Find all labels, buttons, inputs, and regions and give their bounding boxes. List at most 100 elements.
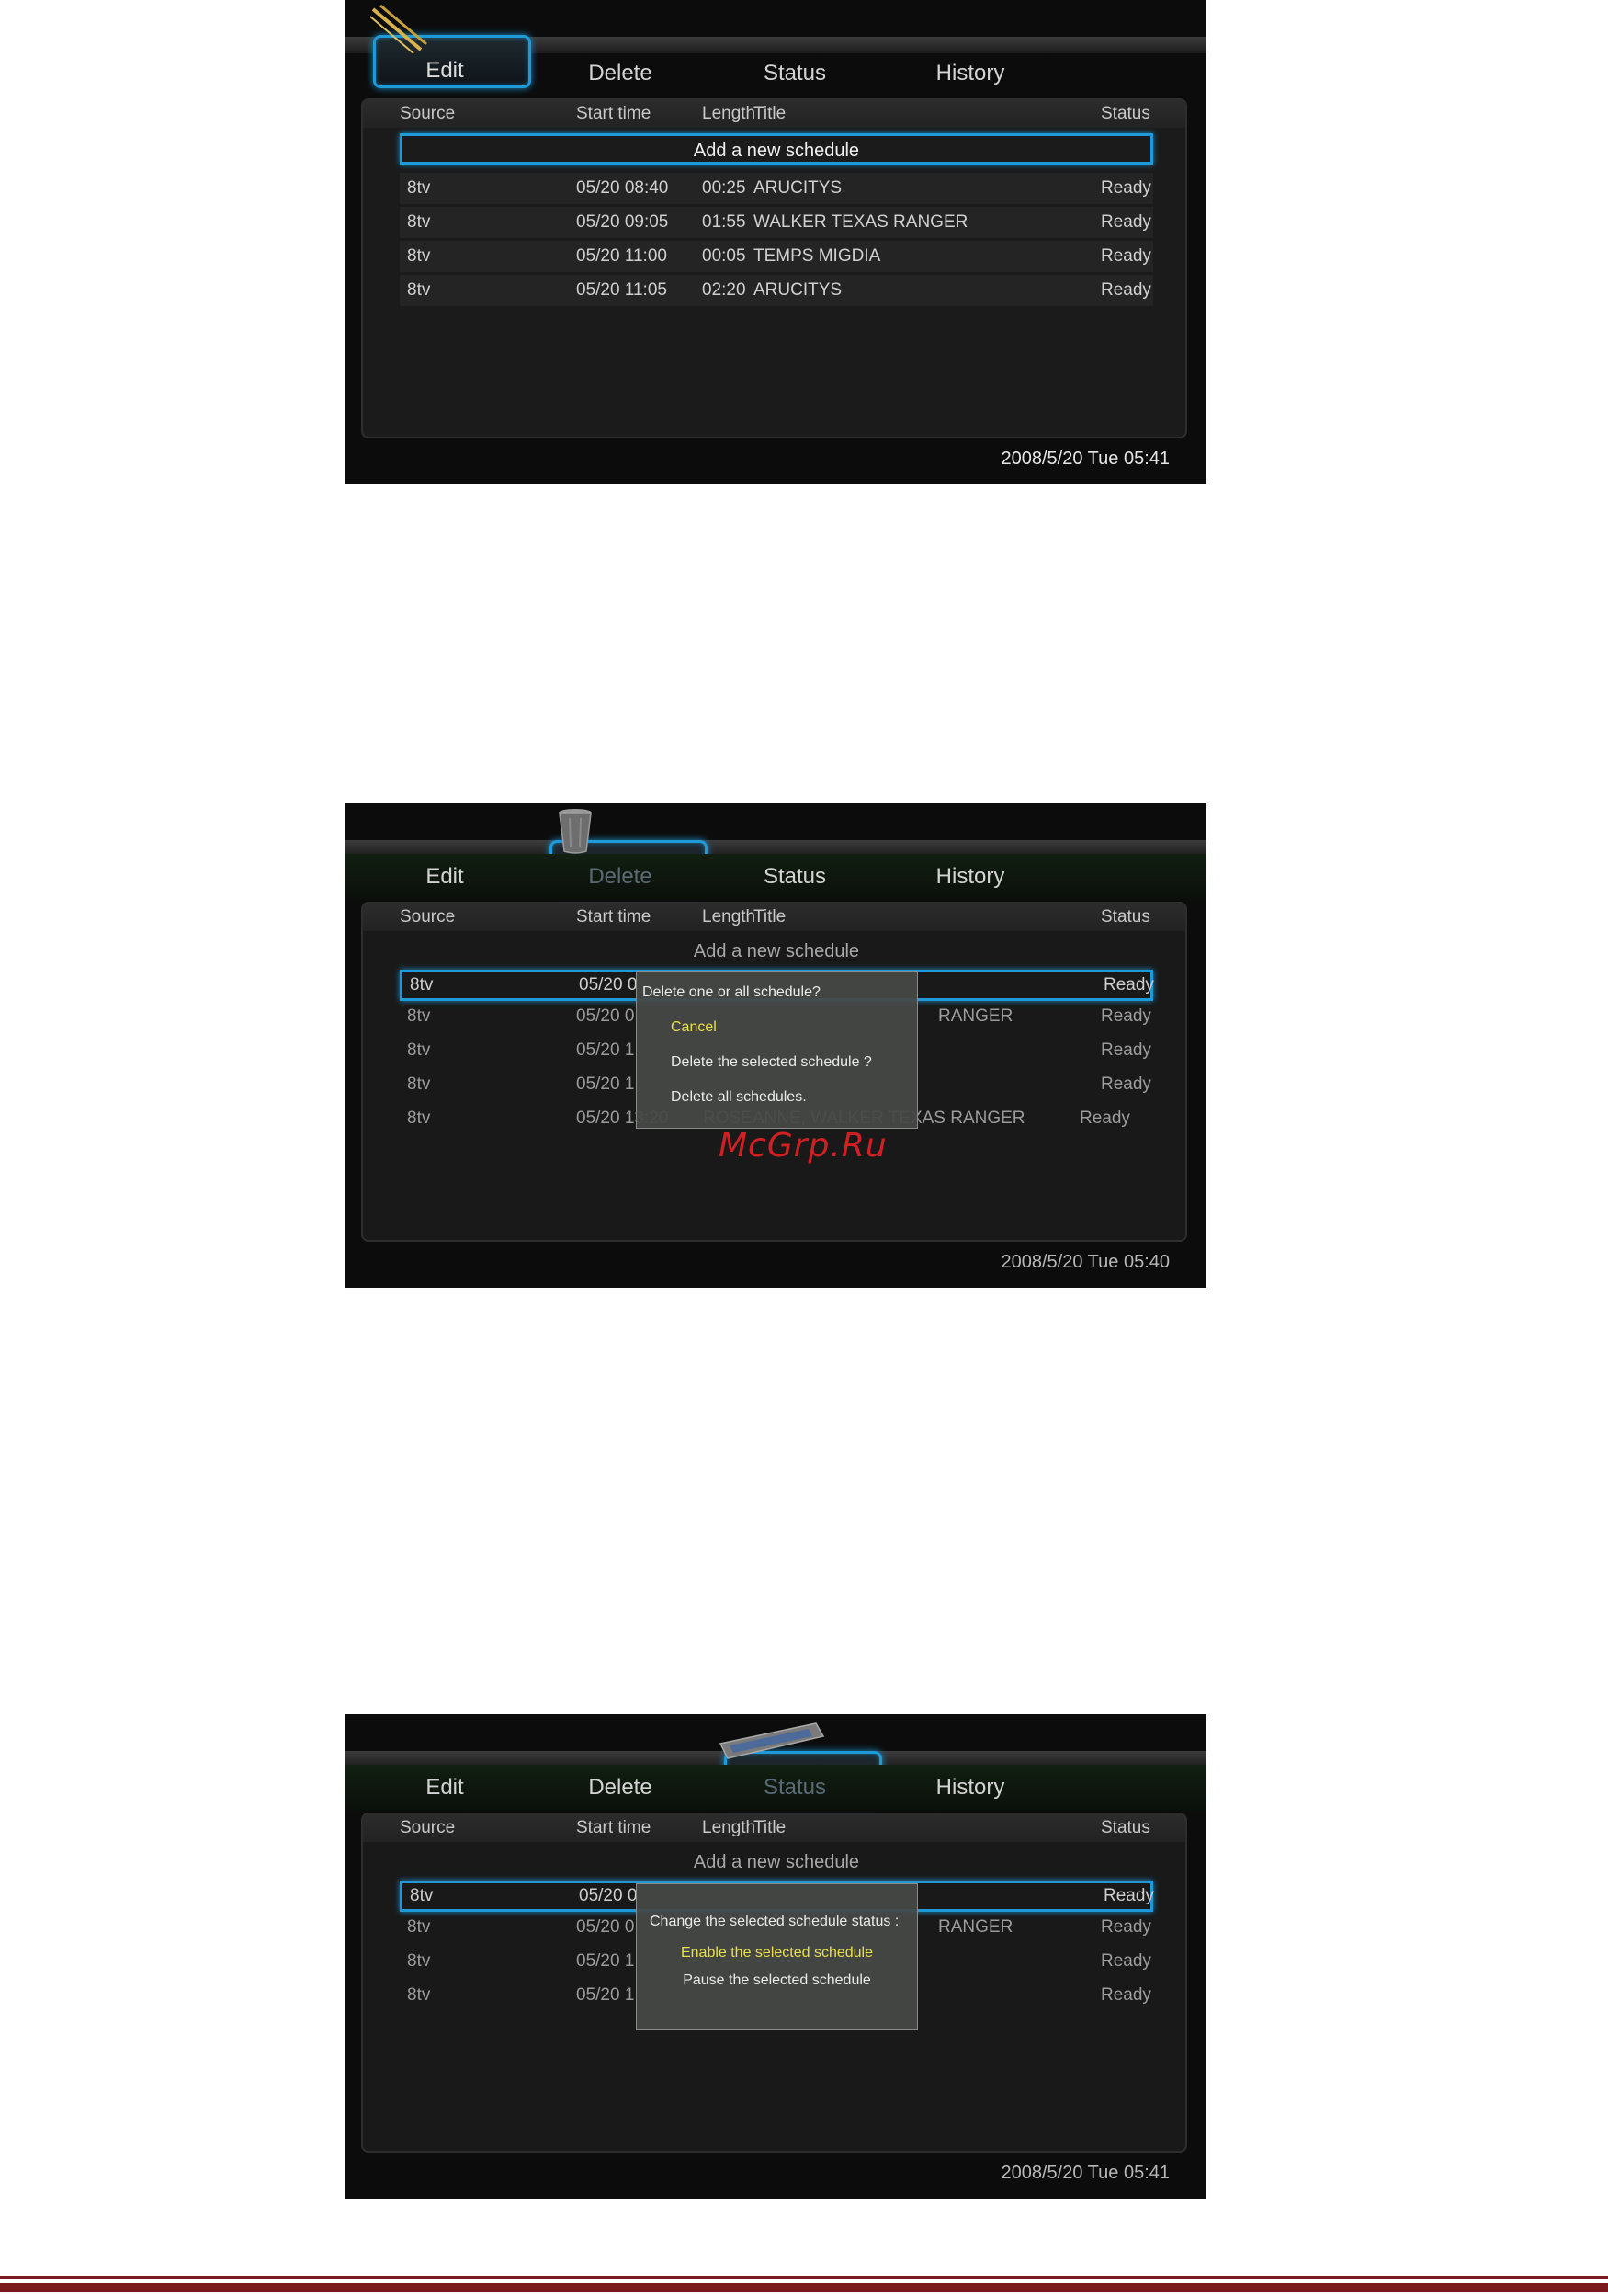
col-title: Title [753,1818,787,1837]
tab-edit[interactable]: Edit [367,854,523,900]
table-row[interactable]: 8tv 05/20 09:05 01:55 WALKER TEXAS RANGE… [400,207,1153,238]
cell-source: 8tv [407,178,431,198]
col-status: Status [1101,907,1150,926]
cell-title: TEMPS MIGDIA [753,246,881,266]
cell-status: Ready [1101,1074,1151,1094]
cancel-option[interactable]: Cancel [671,1019,717,1036]
add-new-schedule-button[interactable]: Add a new schedule [400,1847,1153,1879]
cell-length: 02:20 [702,280,746,300]
cell-start: 05/20 11:05 [576,280,667,300]
cell-start: 05/20 1 [576,1951,635,1971]
delete-selected-option[interactable]: Delete the selected schedule ? [671,1054,872,1071]
cell-source: 8tv [407,212,431,232]
col-start-time: Start time [576,907,651,926]
table-row[interactable]: 8tv 05/20 08:40 00:25 ARUCITYS Ready [400,173,1153,204]
col-source: Source [400,1818,456,1837]
tab-history[interactable]: History [892,854,1048,900]
dialog-title: Change the selected schedule status : [650,1914,900,1929]
tab-edit[interactable]: Edit [367,48,523,94]
pause-schedule-option[interactable]: Pause the selected schedule [637,1972,917,1989]
cell-status: Ready [1104,975,1154,995]
tab-history[interactable]: History [892,51,1048,97]
schedule-panel: Source Start time Length Title Status Ad… [361,98,1187,438]
delete-all-option[interactable]: Delete all schedules. [671,1089,807,1106]
cell-start: 05/20 0 [579,975,638,995]
dialog-title: Delete one or all schedule? [642,984,821,1000]
col-length: Length [702,907,756,926]
cell-length: 00:25 [702,178,746,198]
status-bar-icon [719,1722,825,1759]
watermark: McGrp.Ru [719,1127,888,1165]
add-new-schedule-button[interactable]: Add a new schedule [400,133,1153,165]
col-status: Status [1101,1818,1150,1837]
tab-edit[interactable]: Edit [367,1765,523,1811]
cell-start: 05/20 1 [576,1074,635,1094]
col-length: Length [702,1818,756,1837]
delete-screen: Edit Delete Status History Source Start … [345,803,1206,1288]
tab-delete[interactable]: Delete [542,854,698,900]
col-title: Title [753,907,787,926]
cell-title: RANGER [938,1917,1013,1937]
clock: 2008/5/20 Tue 05:41 [1001,2163,1171,2183]
cell-start: 05/20 1 [576,1040,635,1060]
tab-delete[interactable]: Delete [542,1765,698,1811]
cell-source: 8tv [407,1074,431,1094]
status-screen: Edit Delete Status History Source Start … [345,1714,1206,2199]
cell-start: 05/20 11:00 [576,246,667,266]
table-row[interactable]: 8tv 05/20 11:05 02:20 ARUCITYS Ready [400,275,1153,306]
footer-rule [0,2283,1608,2292]
tab-status[interactable]: Status [717,51,873,97]
col-source: Source [400,907,456,926]
col-source: Source [400,104,456,123]
cell-status: Ready [1101,178,1151,198]
tab-history[interactable]: History [892,1765,1048,1811]
cell-source: 8tv [410,975,434,995]
col-length: Length [702,104,756,123]
cell-status: Ready [1101,280,1151,300]
cell-title: RANGER [938,1006,1013,1026]
clock: 2008/5/20 Tue 05:40 [1001,1252,1171,1272]
cell-start: 05/20 0 [576,1917,635,1937]
tab-bar: Edit Delete Status History [345,1765,1206,1811]
cell-status: Ready [1101,1006,1151,1026]
col-start-time: Start time [576,1818,651,1837]
cell-source: 8tv [407,1951,431,1971]
add-new-schedule-button[interactable]: Add a new schedule [400,937,1153,968]
cell-status: Ready [1101,1951,1151,1971]
cell-source: 8tv [407,280,431,300]
cell-source: 8tv [407,1006,431,1026]
tab-status[interactable]: Status [717,1765,873,1811]
enable-schedule-option[interactable]: Enable the selected schedule [637,1945,917,1961]
table-row[interactable]: 8tv 05/20 11:00 00:05 TEMPS MIGDIA Ready [400,241,1153,272]
col-start-time: Start time [576,104,651,123]
cell-source: 8tv [407,1985,431,2005]
cell-status: Ready [1101,1985,1151,2005]
cell-start: 05/20 0 [579,1886,638,1905]
cell-status: Ready [1101,246,1151,266]
cell-status: Ready [1080,1108,1130,1128]
cell-length: 01:55 [702,212,746,232]
cell-start: 05/20 09:05 [576,212,669,232]
cell-start: 05/20 0 [576,1006,635,1026]
tab-status[interactable]: Status [717,854,873,900]
cell-length: 00:05 [702,246,746,266]
status-dialog: Change the selected schedule status : En… [636,1883,918,2030]
cell-status: Ready [1104,1886,1154,1905]
cell-start: 05/20 08:40 [576,178,669,198]
tab-bar: Edit Delete Status History [345,51,1206,97]
footer-rule-thin [0,2276,1608,2279]
cell-start: 05/20 1 [576,1985,635,2005]
edit-screen: Edit Delete Status History Source Start … [345,0,1206,484]
tab-delete[interactable]: Delete [542,51,698,97]
cell-status: Ready [1101,1917,1151,1937]
cell-source: 8tv [407,1917,431,1937]
cell-title: ARUCITYS [753,178,843,198]
column-header: Source Start time Length Title Status [363,904,1185,931]
col-title: Title [753,104,787,123]
trash-can-icon [559,809,592,854]
cell-source: 8tv [407,1108,431,1128]
cell-source: 8tv [407,1040,431,1060]
col-status: Status [1101,104,1150,123]
column-header: Source Start time Length Title Status [363,100,1185,128]
cell-status: Ready [1101,212,1151,232]
